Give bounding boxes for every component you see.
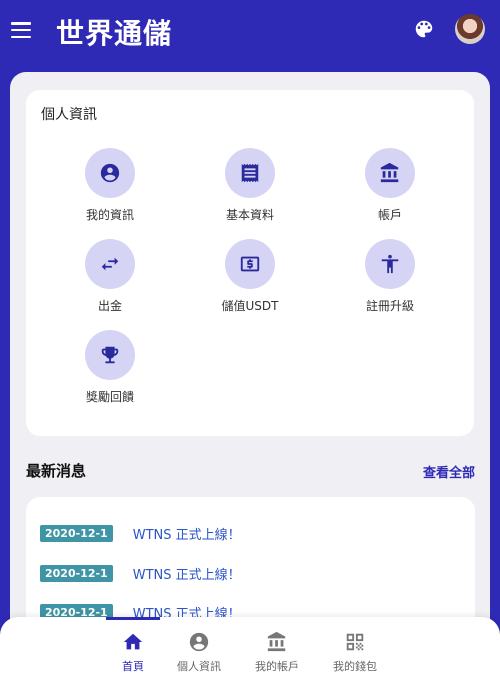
- app-header: 世界通儲: [0, 0, 500, 64]
- menu-item-label: 出金: [97, 299, 122, 313]
- menu-item-deposit-usdt[interactable]: 儲值USDT: [190, 239, 310, 314]
- home-icon: [123, 633, 143, 650]
- menu-item-label: 我的資訊: [85, 208, 134, 222]
- menu-item-label: 儲值USDT: [221, 299, 279, 313]
- person-upgrade-icon: [381, 254, 399, 274]
- account-circle-icon: [100, 163, 120, 183]
- menu-item-my-info[interactable]: 我的資訊: [50, 148, 170, 223]
- palette-icon[interactable]: [413, 18, 435, 40]
- nav-label: 首頁: [122, 660, 144, 673]
- menu-item-label: 基本資料: [225, 208, 274, 222]
- menu-item-register-upgrade[interactable]: 註冊升級: [330, 239, 450, 314]
- bank-icon: [380, 162, 399, 183]
- menu-item-label: 帳戶: [377, 208, 402, 222]
- profile-card: 個人資訊 我的資訊 基本資料 帳戶 出金 儲值USDT 註冊升級 獎勵回饋: [26, 90, 474, 436]
- bank-icon: [267, 631, 286, 652]
- nav-item-profile[interactable]: 個人資訊: [164, 631, 234, 674]
- nav-label: 個人資訊: [177, 660, 221, 673]
- nav-item-home[interactable]: 首頁: [98, 631, 168, 674]
- bottom-nav: 首頁 個人資訊 我的帳戶 我的錢包: [0, 617, 500, 687]
- menu-item-rewards[interactable]: 獎勵回饋: [50, 330, 170, 405]
- active-tab-indicator: [106, 617, 160, 620]
- swap-arrows-icon: [101, 257, 119, 271]
- menu-item-account[interactable]: 帳戶: [330, 148, 450, 223]
- nav-label: 我的帳戶: [255, 660, 299, 673]
- menu-item-basic-data[interactable]: 基本資料: [190, 148, 310, 223]
- user-avatar[interactable]: [455, 14, 485, 44]
- nav-item-my-account[interactable]: 我的帳戶: [242, 631, 312, 674]
- news-text[interactable]: WTNS 正式上線！: [133, 564, 241, 583]
- account-circle-icon: [189, 632, 209, 652]
- news-item[interactable]: 2020-12-1 WTNS 正式上線！: [40, 563, 241, 583]
- see-all-link[interactable]: 查看全部: [423, 462, 475, 481]
- menu-item-withdraw[interactable]: 出金: [50, 239, 170, 314]
- nav-item-my-wallet[interactable]: 我的錢包: [320, 631, 390, 674]
- receipt-icon: [241, 163, 259, 183]
- app-title: 世界通儲: [56, 17, 173, 50]
- news-date-badge: 2020-12-1: [40, 564, 113, 582]
- news-date-badge: 2020-12-1: [40, 524, 113, 542]
- profile-card-title: 個人資訊: [41, 107, 97, 123]
- menu-item-label: 獎勵回饋: [85, 390, 134, 404]
- main-panel: 個人資訊 我的資訊 基本資料 帳戶 出金 儲值USDT 註冊升級 獎勵回饋 最新…: [10, 72, 490, 687]
- menu-icon[interactable]: [11, 22, 31, 38]
- dollar-bill-icon: [240, 256, 260, 272]
- news-text[interactable]: WTNS 正式上線！: [133, 524, 241, 543]
- news-title: 最新消息: [26, 462, 87, 480]
- menu-item-label: 註冊升級: [365, 299, 414, 313]
- qr-code-icon: [346, 633, 364, 651]
- nav-label: 我的錢包: [333, 660, 377, 673]
- trophy-icon: [101, 346, 119, 364]
- news-item[interactable]: 2020-12-1 WTNS 正式上線！: [40, 523, 241, 543]
